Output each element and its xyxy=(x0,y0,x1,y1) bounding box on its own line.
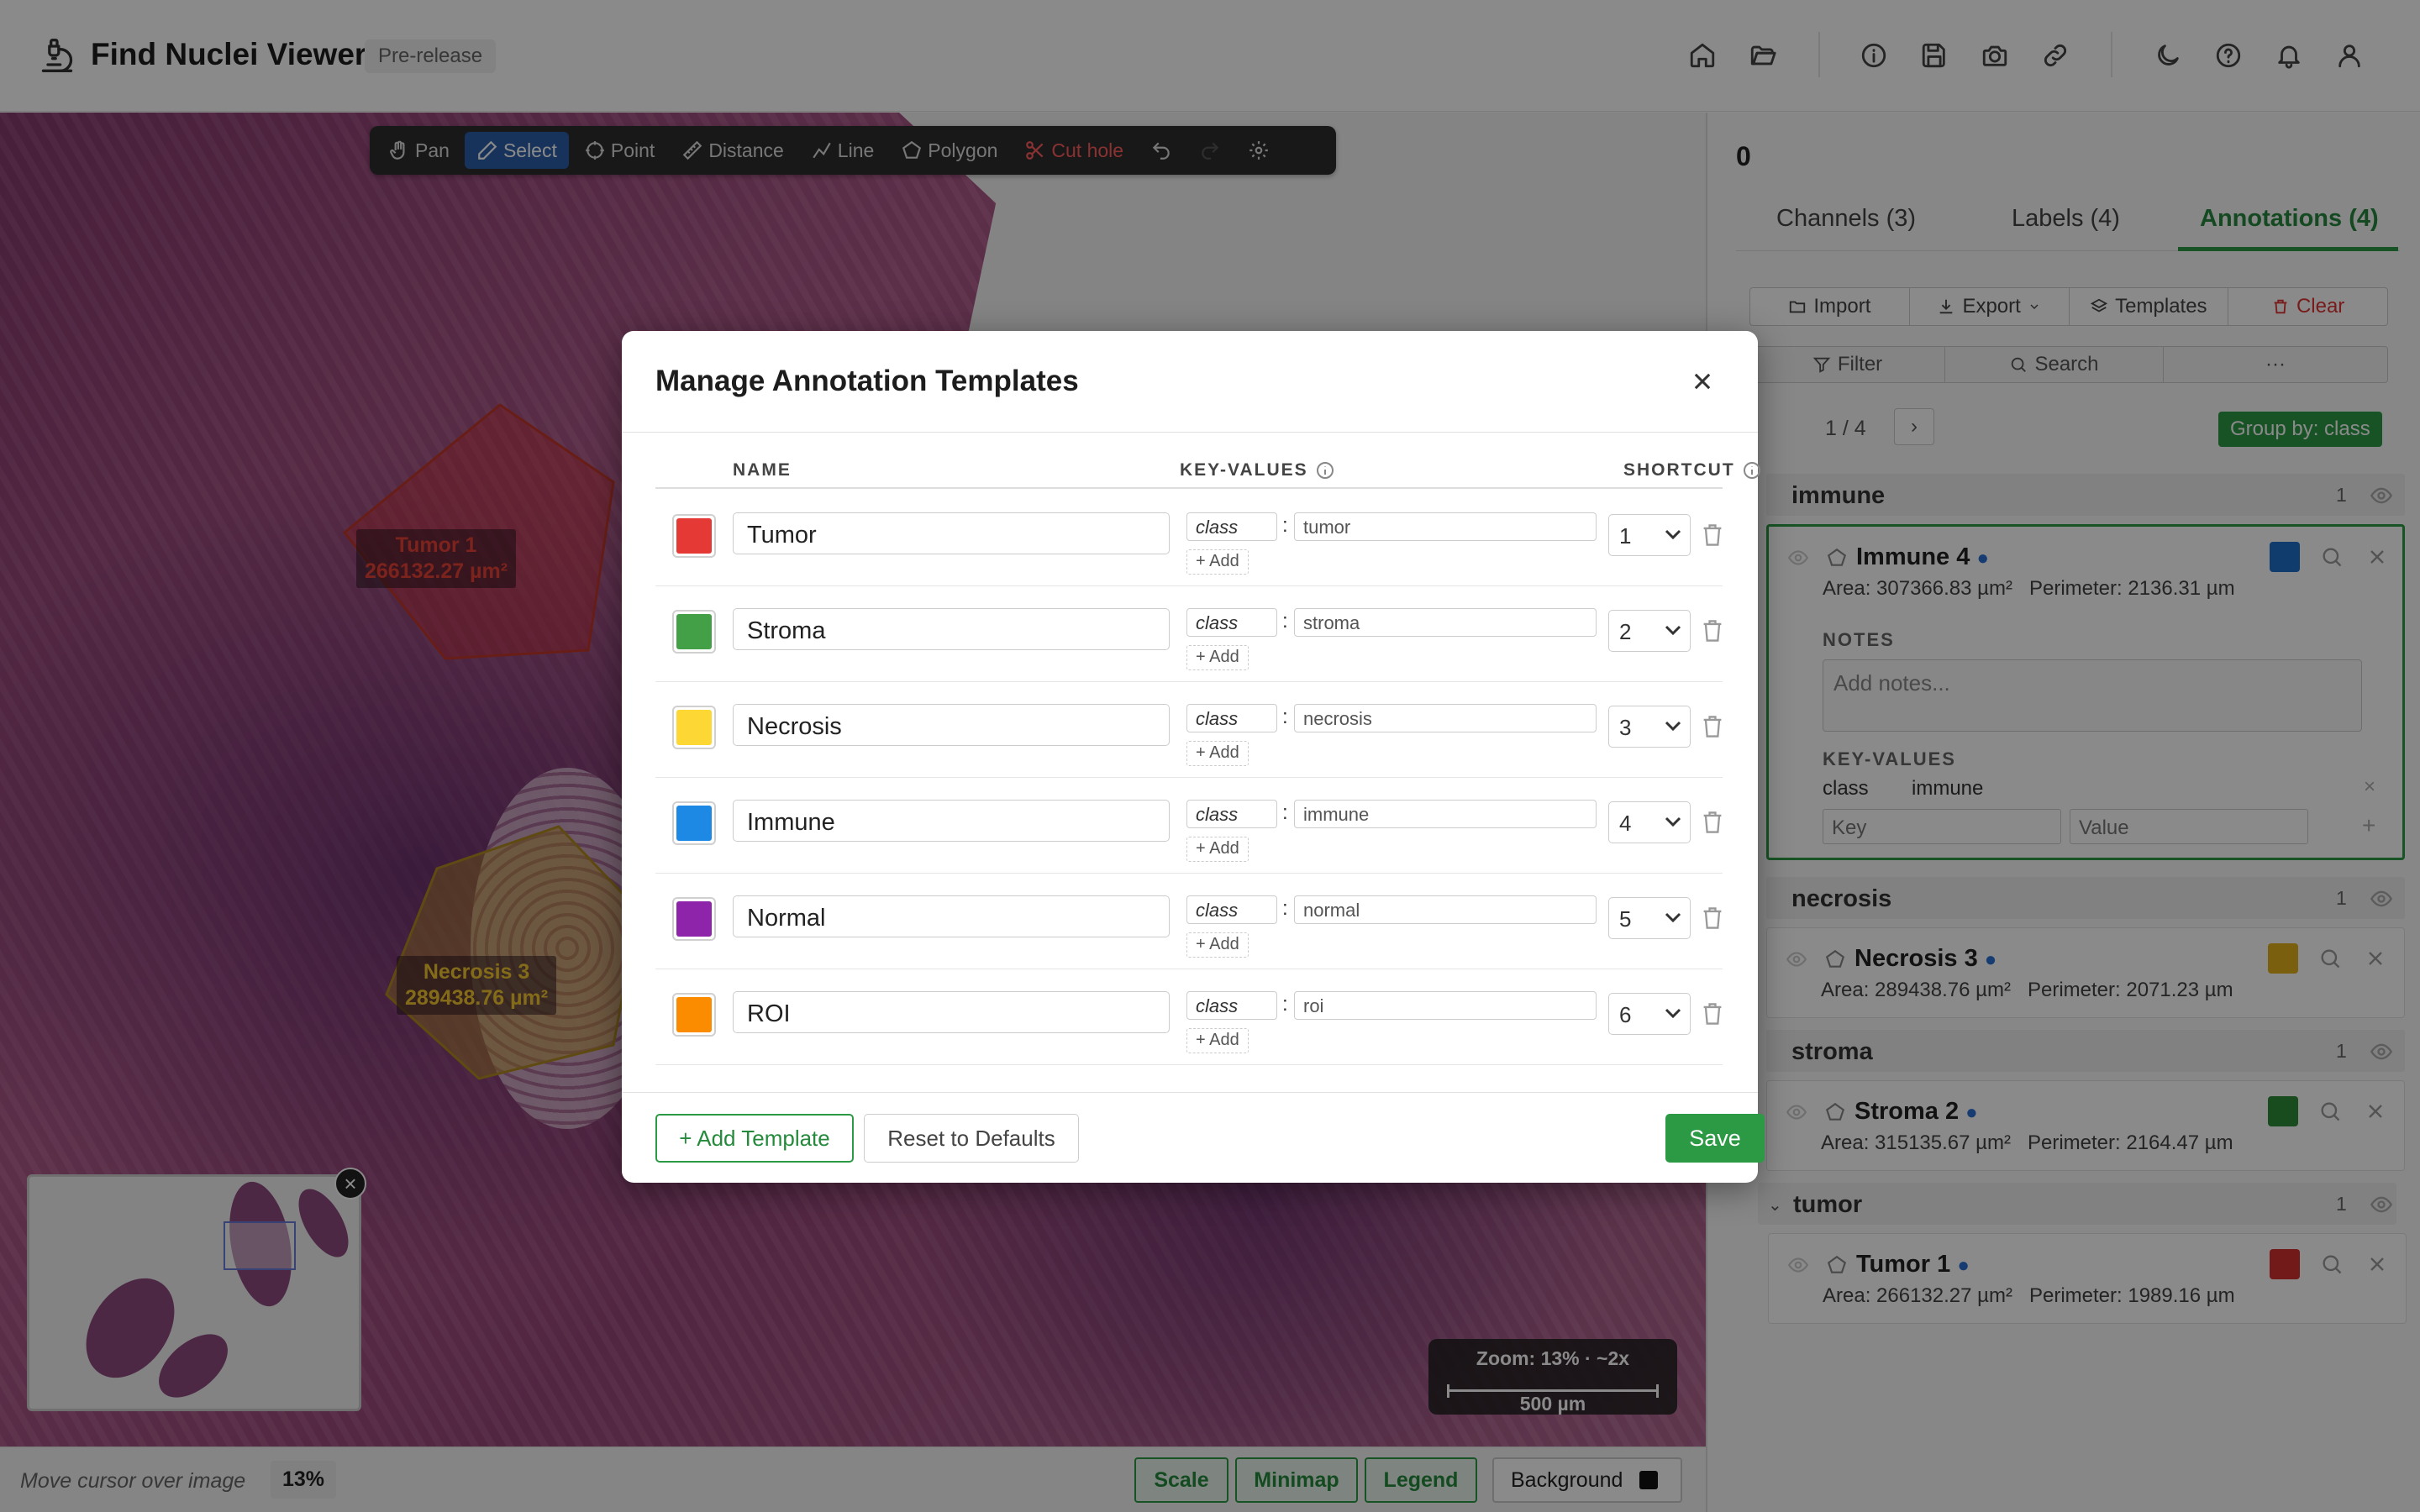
kv-separator: : xyxy=(1282,514,1288,537)
template-key-input[interactable]: class xyxy=(1186,800,1277,828)
add-kv-button[interactable]: + Add xyxy=(1186,932,1249,958)
chevron-down-icon xyxy=(1665,529,1681,540)
kv-separator: : xyxy=(1282,610,1288,633)
trash-icon[interactable] xyxy=(1701,522,1724,548)
template-value-input[interactable]: roi xyxy=(1294,991,1597,1020)
add-kv-button[interactable]: + Add xyxy=(1186,837,1249,862)
template-color-fill xyxy=(676,997,712,1032)
shortcut-value: 2 xyxy=(1619,619,1632,644)
template-key-input[interactable]: class xyxy=(1186,991,1277,1020)
shortcut-value: 5 xyxy=(1619,906,1632,932)
shortcut-value: 4 xyxy=(1619,811,1632,836)
trash-icon[interactable] xyxy=(1701,1001,1724,1026)
column-header-shortcut-text: SHORTCUT xyxy=(1623,460,1735,480)
dialog-title: Manage Annotation Templates xyxy=(655,365,1079,397)
template-name-input[interactable]: Immune xyxy=(733,800,1170,842)
template-key-input[interactable]: class xyxy=(1186,704,1277,732)
column-header-kv-text: KEY-VALUES xyxy=(1180,460,1308,480)
template-color-fill xyxy=(676,901,712,937)
template-value-input[interactable]: normal xyxy=(1294,895,1597,924)
chevron-down-icon xyxy=(1665,625,1681,636)
shortcut-select[interactable]: 4 xyxy=(1608,801,1691,843)
template-color-picker[interactable] xyxy=(672,993,716,1037)
template-row: Necrosis class: necrosis + Add 3 xyxy=(655,682,1723,778)
template-color-fill xyxy=(676,518,712,554)
shortcut-value: 1 xyxy=(1619,523,1632,549)
dialog-divider xyxy=(622,1092,1758,1093)
kv-separator: : xyxy=(1282,993,1288,1016)
trash-icon[interactable] xyxy=(1701,906,1724,931)
shortcut-select[interactable]: 2 xyxy=(1608,610,1691,652)
chevron-down-icon xyxy=(1665,1008,1681,1019)
shortcut-select[interactable]: 1 xyxy=(1608,514,1691,556)
shortcut-value: 6 xyxy=(1619,1002,1632,1027)
chevron-down-icon xyxy=(1665,816,1681,827)
template-row: Stroma class: stroma + Add 2 xyxy=(655,586,1723,682)
template-color-picker[interactable] xyxy=(672,610,716,654)
column-header-key-values: KEY-VALUES xyxy=(1180,460,1335,480)
add-kv-button[interactable]: + Add xyxy=(1186,549,1249,575)
template-color-fill xyxy=(676,614,712,649)
chevron-down-icon xyxy=(1665,912,1681,923)
template-key-input[interactable]: class xyxy=(1186,512,1277,541)
template-key-input[interactable]: class xyxy=(1186,895,1277,924)
table-header-divider xyxy=(655,487,1723,489)
manage-templates-dialog: Manage Annotation Templates NAME KEY-VAL… xyxy=(622,331,1765,1183)
template-key-input[interactable]: class xyxy=(1186,608,1277,637)
template-value-input[interactable]: tumor xyxy=(1294,512,1597,541)
close-icon[interactable] xyxy=(1686,365,1719,398)
template-name-input[interactable]: ROI xyxy=(733,991,1170,1033)
template-name-input[interactable]: Necrosis xyxy=(733,704,1170,746)
save-button[interactable]: Save xyxy=(1665,1114,1765,1163)
kv-separator: : xyxy=(1282,801,1288,824)
add-kv-button[interactable]: + Add xyxy=(1186,1028,1249,1053)
column-header-name-text: NAME xyxy=(733,460,792,480)
trash-icon[interactable] xyxy=(1701,618,1724,643)
kv-separator: : xyxy=(1282,706,1288,728)
template-color-fill xyxy=(676,710,712,745)
template-row: ROI class: roi + Add 6 xyxy=(655,969,1723,1065)
template-row: Immune class: immune + Add 4 xyxy=(655,778,1723,874)
chevron-down-icon xyxy=(1665,721,1681,732)
template-color-fill xyxy=(676,806,712,841)
template-name-input[interactable]: Normal xyxy=(733,895,1170,937)
kv-separator: : xyxy=(1282,897,1288,920)
template-color-picker[interactable] xyxy=(672,897,716,941)
column-header-shortcut: SHORTCUT xyxy=(1623,460,1762,480)
template-value-input[interactable]: stroma xyxy=(1294,608,1597,637)
template-row: Normal class: normal + Add 5 xyxy=(655,874,1723,969)
template-color-picker[interactable] xyxy=(672,801,716,845)
template-color-picker[interactable] xyxy=(672,706,716,749)
trash-icon[interactable] xyxy=(1701,810,1724,835)
column-header-name: NAME xyxy=(733,460,792,480)
template-row: Tumor class: tumor + Add 1 xyxy=(655,491,1723,586)
template-name-input[interactable]: Stroma xyxy=(733,608,1170,650)
info-icon[interactable] xyxy=(1315,460,1335,480)
add-kv-button[interactable]: + Add xyxy=(1186,741,1249,766)
dialog-divider xyxy=(622,432,1758,433)
template-value-input[interactable]: immune xyxy=(1294,800,1597,828)
shortcut-value: 3 xyxy=(1619,715,1632,740)
template-name-input[interactable]: Tumor xyxy=(733,512,1170,554)
template-color-picker[interactable] xyxy=(672,514,716,558)
info-icon[interactable] xyxy=(1742,460,1762,480)
shortcut-select[interactable]: 6 xyxy=(1608,993,1691,1035)
shortcut-select[interactable]: 5 xyxy=(1608,897,1691,939)
shortcut-select[interactable]: 3 xyxy=(1608,706,1691,748)
add-template-button[interactable]: + Add Template xyxy=(655,1114,854,1163)
trash-icon[interactable] xyxy=(1701,714,1724,739)
add-kv-button[interactable]: + Add xyxy=(1186,645,1249,670)
reset-defaults-button[interactable]: Reset to Defaults xyxy=(864,1114,1079,1163)
template-value-input[interactable]: necrosis xyxy=(1294,704,1597,732)
